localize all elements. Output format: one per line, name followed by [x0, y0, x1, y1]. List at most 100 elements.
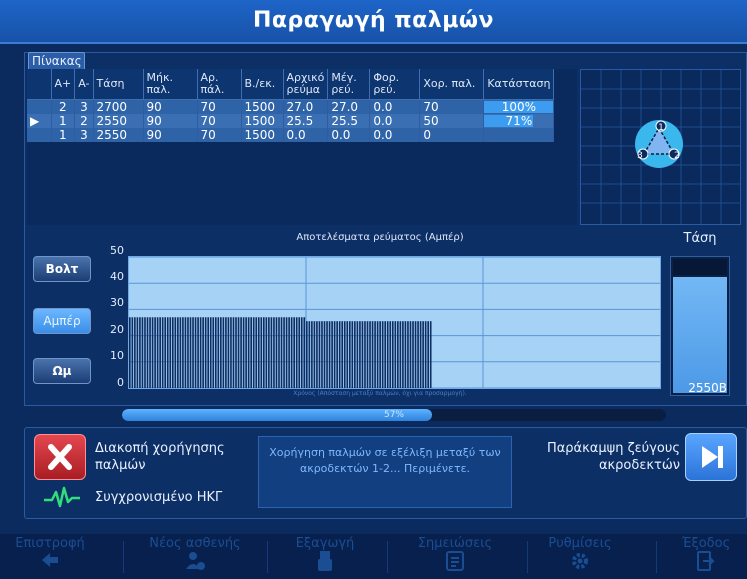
cell-status: 100% — [483, 99, 555, 114]
pulse-bar — [159, 317, 161, 388]
pulse-bar — [338, 321, 341, 388]
nav-exit[interactable]: Έξοδος — [665, 536, 747, 578]
pulse-bar — [235, 317, 237, 388]
pulse-bar — [384, 321, 387, 388]
usb-icon — [318, 551, 332, 571]
pulse-bar — [161, 317, 164, 388]
table-row[interactable]: 2 3 2700 90 70 1500 27.0 27.0 0.0 70 100… — [27, 99, 555, 114]
pulse-bar — [232, 317, 235, 388]
pulse-bar — [156, 317, 159, 388]
cell-status — [483, 127, 555, 142]
cell-a-minus: 3 — [74, 99, 94, 114]
cell-a-minus: 3 — [74, 127, 94, 142]
voltage-label: Τάση — [683, 231, 717, 246]
pulse-bar — [209, 317, 212, 388]
pulse-bar — [149, 317, 151, 388]
cell-pulse-length: 90 — [143, 99, 198, 114]
pulse-bar — [404, 321, 407, 388]
cell-initial-current: 0.0 — [283, 127, 329, 142]
nav-settings[interactable]: Ρυθμίσεις — [530, 536, 630, 578]
pulse-bar — [177, 317, 179, 388]
nav-new-patient[interactable]: Νέος ασθενής — [130, 536, 260, 578]
bypass-pair-button[interactable] — [685, 433, 737, 481]
page-title: Παραγωγή παλμών — [0, 0, 747, 44]
pulse-bar — [399, 321, 402, 388]
cell-voltage: 2550 — [93, 127, 144, 142]
cell-steps: 1500 — [241, 113, 284, 128]
pulse-bar — [144, 317, 146, 388]
pulse-bar — [166, 317, 169, 388]
pulse-bar — [169, 317, 172, 388]
pulse-bar — [422, 321, 424, 388]
pulse-bar — [386, 321, 389, 388]
pulse-bar — [154, 317, 156, 388]
pulse-bar — [290, 317, 293, 388]
cell-charge: 0.0 — [369, 113, 421, 128]
y-tick-label: 40 — [110, 270, 124, 283]
nav-divider — [387, 541, 388, 573]
col-voltage: Τάση — [93, 69, 144, 100]
pulse-bar — [222, 317, 225, 388]
cell-status: 71% — [483, 113, 555, 128]
pulse-bar — [184, 317, 187, 388]
pulse-bar — [255, 317, 258, 388]
pulse-bar — [429, 321, 432, 388]
pulse-bar — [389, 321, 392, 388]
pulse-bar — [207, 317, 210, 388]
chart-x-label: Χρόνος (Απόσταση μεταξύ παλμών, όχι για … — [293, 390, 467, 397]
cell-max-current: 27.0 — [327, 99, 371, 114]
nav-label: Σημειώσεις — [417, 536, 493, 551]
col-pulse-length: Μήκ. παλ. — [143, 69, 198, 100]
cell-delivered: 70 — [419, 99, 485, 114]
unit-amp-button[interactable]: Αμπέρ — [33, 308, 91, 334]
row-marker: ▶ — [27, 113, 52, 128]
pulse-bar — [214, 317, 217, 388]
y-tick-label: 20 — [110, 323, 124, 336]
pulse-table: A+ A- Τάση Μήκ. παλ. Αρ. πάλ. Β./εκ. Αρχ… — [27, 69, 555, 142]
nav-back[interactable]: Επιστροφή — [0, 536, 100, 578]
pulse-bar — [331, 321, 333, 388]
cell-pulse-count: 70 — [197, 113, 242, 128]
pulse-bar — [275, 317, 278, 388]
voltage-meter: 2550B — [670, 256, 730, 396]
pulse-bar — [182, 317, 184, 388]
pulse-bar — [240, 317, 242, 388]
status-message: Χορήγηση παλμών σε εξέλιξη μεταξύ των ακ… — [258, 436, 512, 508]
pulse-bar — [409, 321, 412, 388]
nav-notes[interactable]: Σημειώσεις — [390, 536, 520, 578]
notes-icon — [446, 551, 464, 571]
pulse-bar — [187, 317, 189, 388]
unit-ohm-button[interactable]: Ωμ — [33, 358, 91, 384]
pulse-bar — [280, 317, 283, 388]
bypass-pair-label: Παράκαμψη ζεύγους ακροδεκτών — [546, 441, 680, 473]
pulse-bar — [212, 317, 215, 388]
pulse-bar — [381, 321, 384, 388]
cell-a-plus: 1 — [51, 113, 76, 128]
unit-volt-button[interactable]: Βολτ — [33, 256, 91, 282]
pulse-bar — [204, 317, 207, 388]
table-row[interactable]: ▶ 1 2 2550 90 70 1500 25.5 25.5 0.0 50 7… — [27, 113, 555, 128]
pulse-bar — [134, 317, 136, 388]
cell-steps: 1500 — [241, 99, 284, 114]
nav-export[interactable]: Εξαγωγή — [270, 536, 380, 578]
pulse-bar — [260, 317, 263, 388]
pulse-bar — [257, 317, 260, 388]
pulse-bar — [252, 317, 255, 388]
stop-pulses-button[interactable] — [34, 434, 86, 480]
current-chart — [128, 256, 661, 389]
table-row[interactable]: 1 3 2550 90 70 1500 0.0 0.0 0.0 0 — [27, 127, 555, 142]
pulse-bar — [361, 321, 364, 388]
pulse-bar — [199, 317, 202, 388]
pulse-bar — [407, 321, 409, 388]
voltage-meter-fill — [673, 276, 727, 393]
pulse-bar — [333, 321, 336, 388]
pulse-bar — [311, 321, 313, 388]
cell-max-current: 0.0 — [327, 127, 371, 142]
cell-charge: 0.0 — [369, 99, 421, 114]
tab-table[interactable]: Πίνακας — [28, 52, 85, 70]
pulse-bar — [227, 317, 230, 388]
cell-initial-current: 25.5 — [283, 113, 329, 128]
pulse-bar — [359, 321, 361, 388]
pulse-bar — [376, 321, 379, 388]
nav-divider — [123, 541, 124, 573]
